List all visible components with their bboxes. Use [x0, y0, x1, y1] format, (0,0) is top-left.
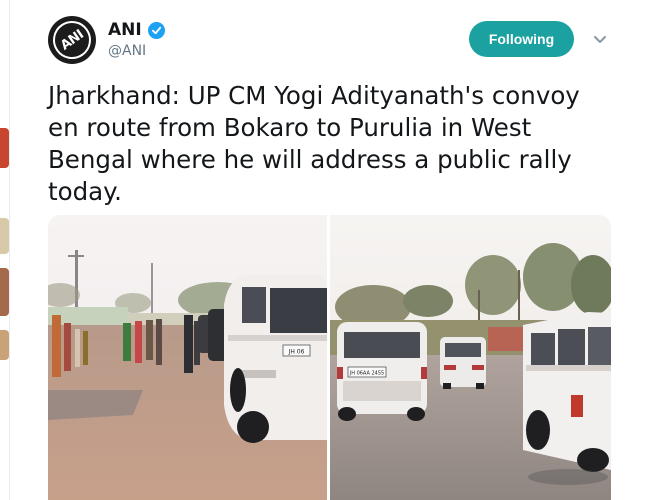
- avatar[interactable]: ANI: [48, 16, 96, 64]
- chevron-down-icon[interactable]: [590, 30, 610, 50]
- ani-logo-icon: ANI: [48, 16, 96, 64]
- media-left-plate-text: JH 06: [288, 349, 305, 356]
- background-thumbnail: [0, 330, 9, 360]
- media-divider: [327, 215, 330, 500]
- verified-badge-icon: [147, 21, 165, 39]
- avatar-logo-text: ANI: [57, 26, 87, 54]
- media-photo-right[interactable]: JH 06AA 2455: [330, 215, 611, 500]
- tweet-card: ANI ANI @ANI Following Jharkhand: UP CM …: [9, 0, 650, 500]
- author-display-name[interactable]: ANI: [108, 20, 142, 40]
- tweet-media[interactable]: JH 06 JH 06AA 2455: [48, 215, 611, 500]
- media-right-plate-text: JH 06AA 2455: [349, 371, 384, 377]
- background-thumbnail: [0, 218, 9, 254]
- background-thumbnail: [0, 128, 9, 168]
- media-photo-left[interactable]: JH 06: [48, 215, 327, 500]
- background-thumbnail: [0, 268, 9, 316]
- author-handle[interactable]: @ANI: [108, 43, 146, 59]
- tweet-text: Jharkhand: UP CM Yogi Adityanath's convo…: [48, 81, 580, 206]
- following-button[interactable]: Following: [469, 21, 574, 57]
- author-name-row: ANI: [108, 20, 165, 40]
- background-page-strip: [0, 0, 9, 500]
